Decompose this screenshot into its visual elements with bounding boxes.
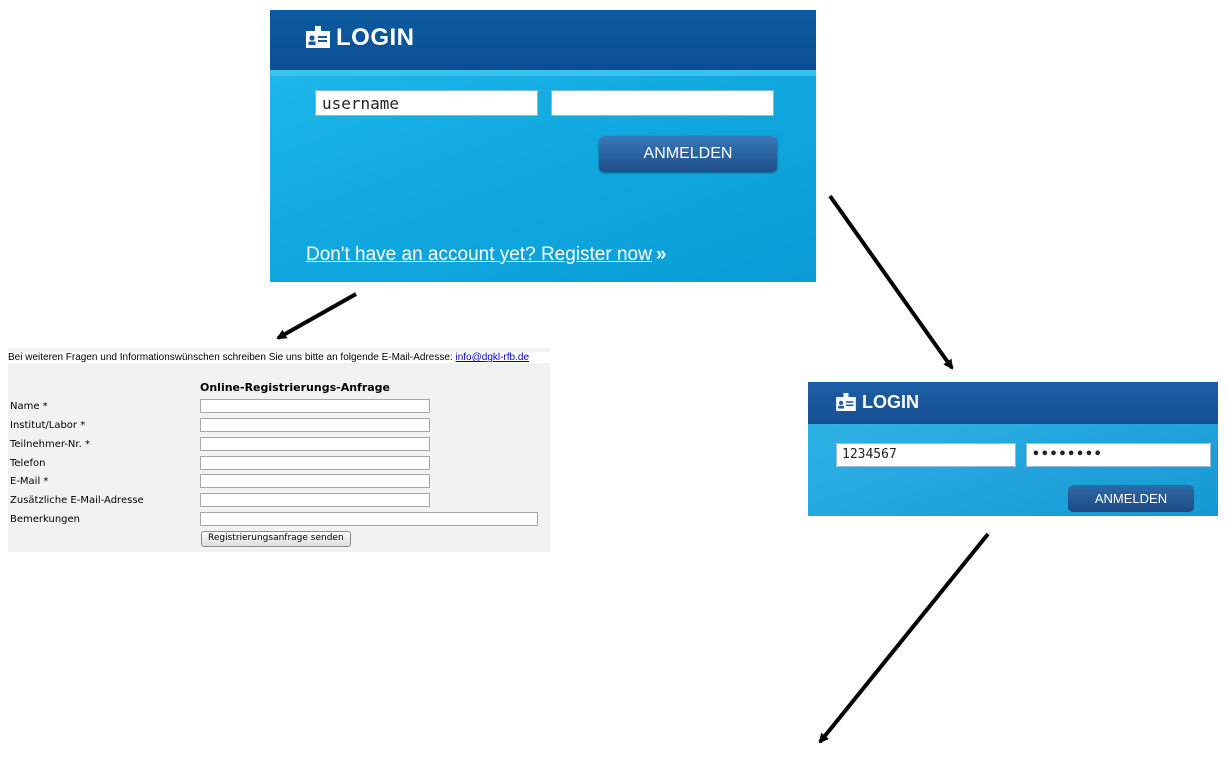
flow-arrows (276, 194, 990, 744)
arrow-icon (276, 292, 357, 340)
arrow-icon (828, 194, 954, 370)
arrow-icon (818, 532, 990, 744)
